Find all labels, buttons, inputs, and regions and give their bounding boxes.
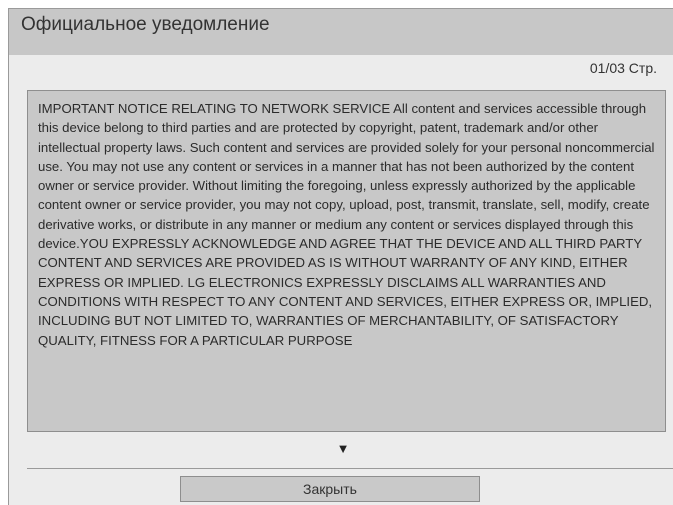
title-bar: Официальное уведомление (9, 9, 673, 55)
notice-body-text: IMPORTANT NOTICE RELATING TO NETWORK SER… (38, 101, 655, 348)
dialog-title: Официальное уведомление (21, 14, 270, 35)
notice-dialog: Официальное уведомление 01/03 Стр. IMPOR… (8, 8, 673, 505)
divider (27, 468, 673, 469)
close-button[interactable]: Закрыть (180, 476, 480, 502)
scroll-down-icon[interactable]: ▼ (335, 441, 351, 457)
notice-text-panel[interactable]: IMPORTANT NOTICE RELATING TO NETWORK SER… (27, 90, 666, 432)
page-indicator: 01/03 Стр. (589, 60, 657, 76)
